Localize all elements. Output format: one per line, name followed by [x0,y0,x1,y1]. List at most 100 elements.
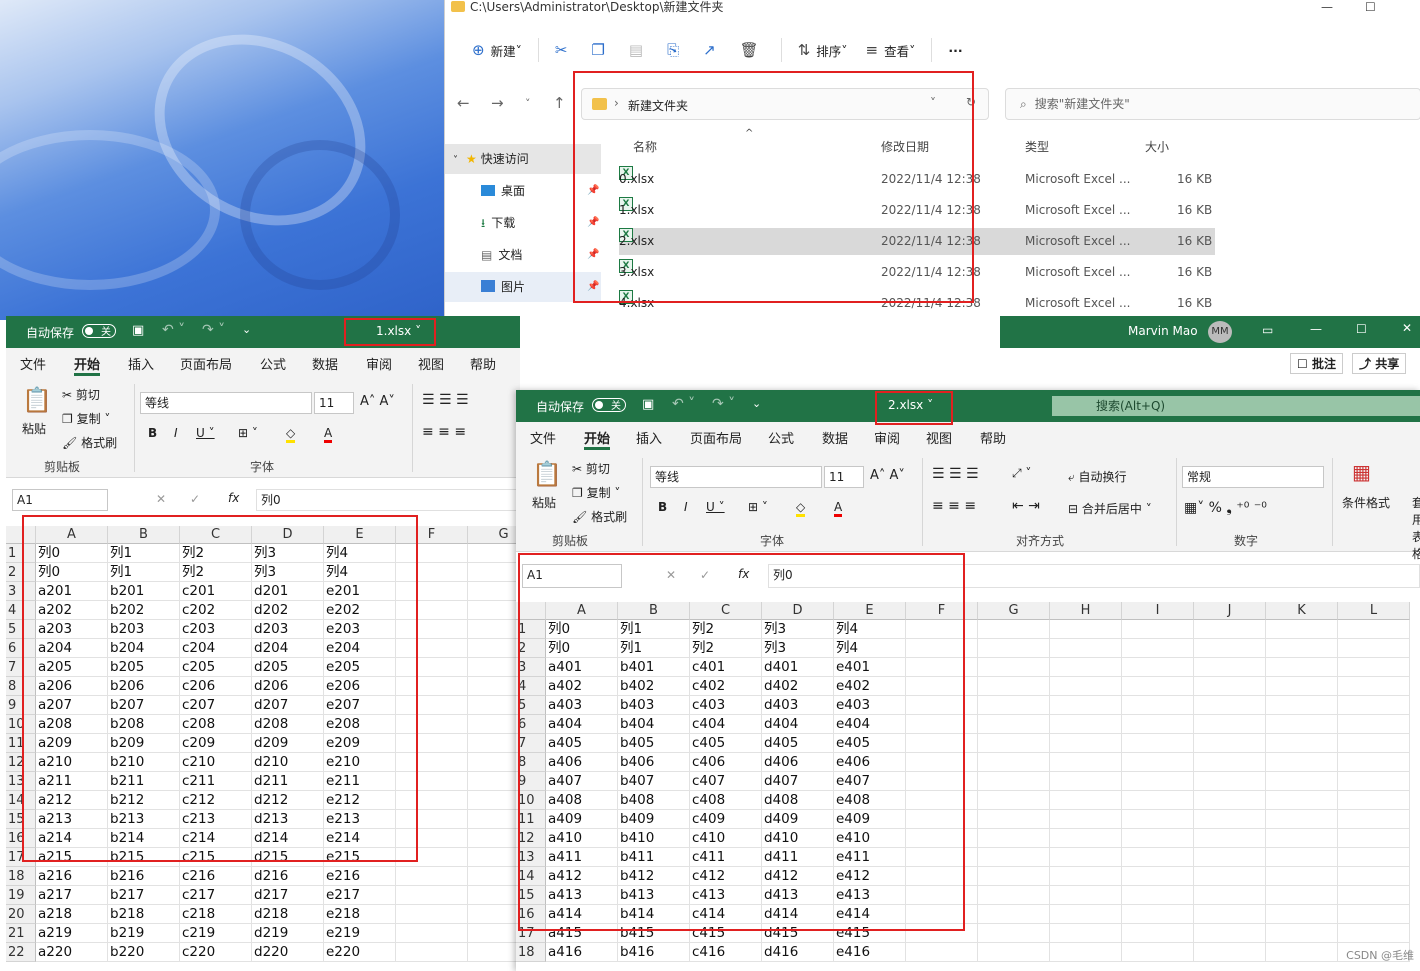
fill-color-icon[interactable]: ◇ [286,426,296,443]
cell[interactable] [1266,905,1338,924]
cell[interactable] [1338,829,1410,848]
fx-icon[interactable]: fx [228,491,239,505]
cell[interactable]: a219 [36,924,108,943]
cell[interactable] [396,924,468,943]
indent-icon[interactable]: ⇤ ⇥ [1012,498,1040,514]
underline-icon[interactable]: U ˅ [196,426,215,440]
currency-percent-icon[interactable]: ▦˅ % ❟ ⁺⁰ ⁻⁰ [1184,500,1267,516]
cell[interactable]: e219 [324,924,396,943]
cell[interactable] [1194,943,1266,962]
tab-review[interactable]: 审阅 [874,428,900,447]
cell[interactable]: a217 [36,886,108,905]
cell[interactable] [1050,753,1122,772]
italic-icon[interactable]: I [174,426,178,440]
cell[interactable] [1194,696,1266,715]
cell[interactable] [978,886,1050,905]
cell[interactable] [396,886,468,905]
maximize-icon[interactable]: ☐ [1356,322,1367,336]
cut-button[interactable]: ✂ 剪切 [62,386,100,403]
cell[interactable]: d216 [252,867,324,886]
cell[interactable] [1050,848,1122,867]
tab-view[interactable]: 视图 [418,354,444,373]
cell[interactable] [468,886,520,905]
cell[interactable] [468,848,520,867]
paste-icon[interactable]: 📋 [532,460,562,488]
cell[interactable]: e216 [324,867,396,886]
cell[interactable] [468,677,520,696]
tab-formulas[interactable]: 公式 [260,354,286,373]
cell[interactable] [1194,829,1266,848]
column-header[interactable]: K [1266,602,1338,620]
cancel-icon[interactable]: ✕ [156,492,166,506]
cell[interactable] [1338,715,1410,734]
cell[interactable] [468,905,520,924]
cell[interactable] [978,810,1050,829]
cell[interactable] [978,696,1050,715]
cell[interactable] [1338,620,1410,639]
paste-label[interactable]: 粘贴 [532,494,556,511]
cell[interactable] [468,658,520,677]
font-color-icon[interactable]: A [324,426,333,443]
font-size-select[interactable]: 11 [824,466,864,488]
cell[interactable] [1338,772,1410,791]
cell[interactable] [1266,677,1338,696]
row-header[interactable]: 18 [516,943,546,962]
cell[interactable] [1266,848,1338,867]
cell[interactable] [1194,886,1266,905]
cell[interactable] [1122,715,1194,734]
cell[interactable] [1194,753,1266,772]
font-grow-icon[interactable]: A˄ A˅ [870,468,905,483]
cell[interactable]: e220 [324,943,396,962]
cell[interactable] [468,620,520,639]
cell[interactable] [1122,696,1194,715]
cell[interactable] [978,924,1050,943]
cell[interactable] [1122,620,1194,639]
cell[interactable] [1194,848,1266,867]
cell[interactable] [1050,943,1122,962]
cell[interactable] [1050,905,1122,924]
underline-icon[interactable]: U ˅ [706,500,725,514]
view-button[interactable]: ≡ 查看 ˅ [857,34,925,66]
cell[interactable]: b217 [108,886,180,905]
cell[interactable] [468,753,520,772]
cell[interactable]: d218 [252,905,324,924]
cell[interactable] [1122,867,1194,886]
cell[interactable] [1266,810,1338,829]
rename-button[interactable]: ⎘ [658,34,694,66]
column-header[interactable]: H [1050,602,1122,620]
cell[interactable]: e218 [324,905,396,924]
row-header[interactable]: 20 [6,905,36,924]
fill-color-icon[interactable]: ◇ [796,500,806,517]
cell[interactable] [906,943,978,962]
cell[interactable] [1122,905,1194,924]
cell[interactable] [1122,829,1194,848]
conditional-format-button[interactable]: 条件格式 [1342,494,1390,511]
tab-view[interactable]: 视图 [926,428,952,447]
cell[interactable]: b219 [108,924,180,943]
sort-button[interactable]: ⇅ 排序 ˅ [789,34,857,66]
cell[interactable] [468,715,520,734]
cell[interactable]: b220 [108,943,180,962]
cell[interactable] [1338,753,1410,772]
cell[interactable] [978,753,1050,772]
cell[interactable]: c219 [180,924,252,943]
cell[interactable] [1266,753,1338,772]
redo-icon[interactable]: ↷ ˅ [202,322,225,338]
cell[interactable] [468,639,520,658]
comments-button[interactable]: ☐ 批注 [1290,353,1343,374]
format-painter-button[interactable]: 🖌 格式刷 [572,508,627,525]
format-painter-button[interactable]: 🖌 格式刷 [62,434,117,451]
tab-home[interactable]: 开始 [584,428,611,450]
cell[interactable] [978,677,1050,696]
cell[interactable] [1194,620,1266,639]
excel2-search[interactable]: 搜索(Alt+Q) [1052,396,1420,416]
bold-icon[interactable]: B [658,500,667,514]
tab-help[interactable]: 帮助 [980,428,1006,447]
cell[interactable] [1050,620,1122,639]
column-header[interactable]: J [1194,602,1266,620]
more-button[interactable]: ··· [939,34,971,66]
back-icon[interactable]: ← [457,94,470,112]
cell[interactable]: c217 [180,886,252,905]
cell[interactable] [1338,867,1410,886]
tab-file[interactable]: 文件 [20,354,46,373]
